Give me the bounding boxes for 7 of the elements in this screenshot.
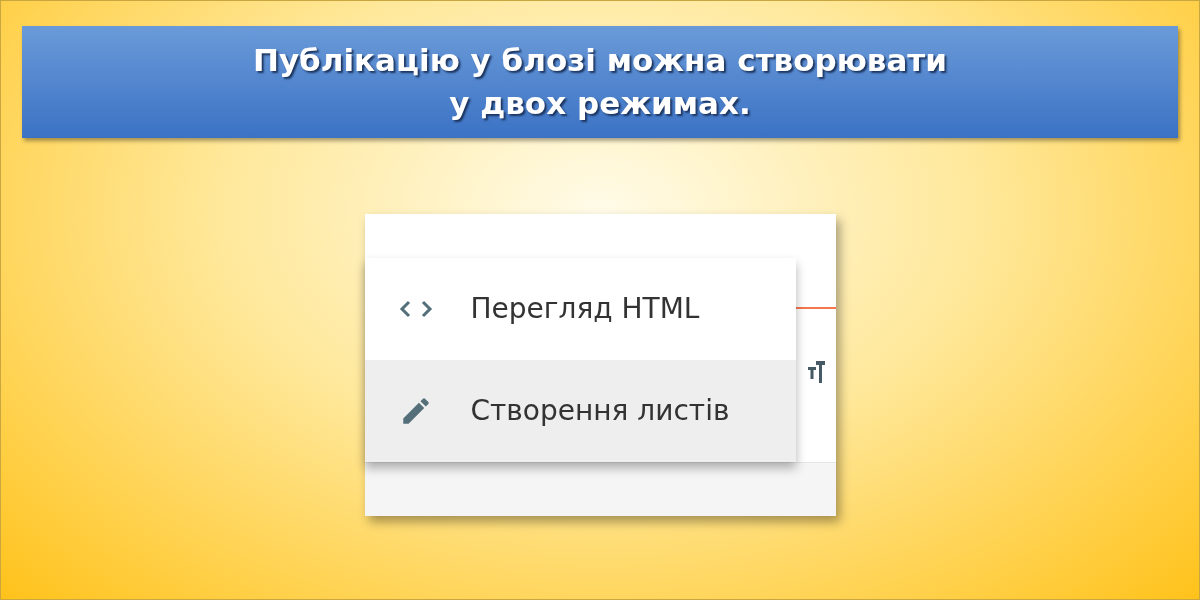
code-icon xyxy=(398,299,433,319)
menu-item-label: Перегляд HTML xyxy=(470,291,700,327)
menu-item-label: Створення листів xyxy=(470,393,730,429)
font-size-icon xyxy=(807,361,825,383)
menu-item[interactable]: Створення листів xyxy=(364,360,796,462)
menu-item[interactable]: Перегляд HTML xyxy=(364,258,796,360)
title-text: Публікацію у блозі можна створювати у двох режимах. xyxy=(252,41,948,123)
